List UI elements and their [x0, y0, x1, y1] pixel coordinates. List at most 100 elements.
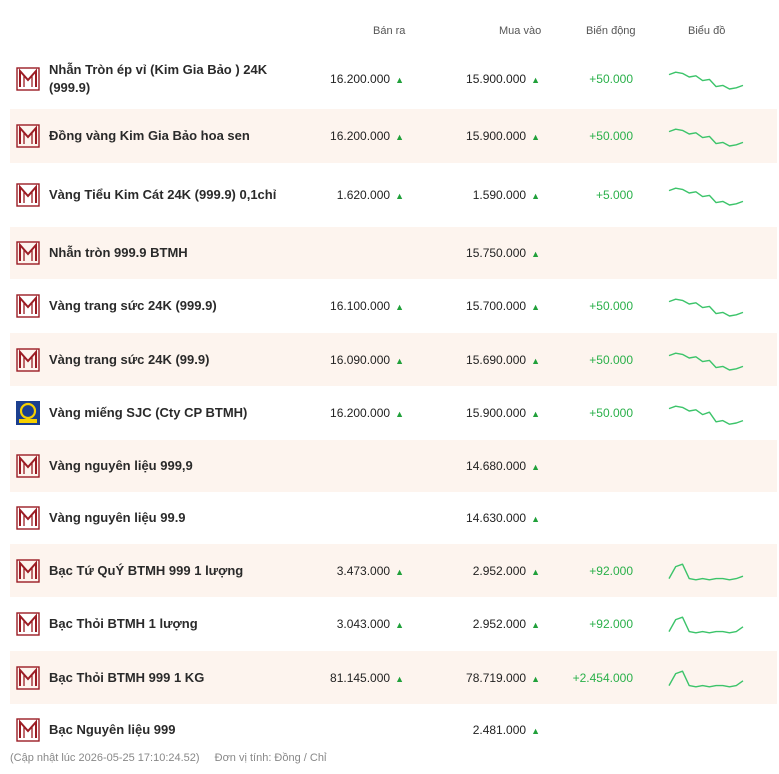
up-arrow-icon: ▲	[395, 355, 404, 366]
sparkline-chart[interactable]	[667, 290, 745, 322]
product-name: Bạc Tứ QuÝ BTMH 999 1 lượng	[49, 562, 244, 578]
buy-price-value: 1.590.000	[472, 188, 527, 202]
table-row[interactable]: Bạc Nguyên liệu 999 2.481.000 ▲	[10, 705, 777, 755]
sparkline-path	[668, 187, 744, 206]
sell-price: 16.200.000 ▲	[284, 72, 404, 86]
sparkline-chart[interactable]	[667, 63, 745, 95]
table-row[interactable]: Vàng miếng SJC (Cty CP BTMH) 16.200.000 ▲ 1…	[10, 387, 777, 440]
btmh-logo-icon	[16, 347, 40, 372]
buy-price: 1.590.000 ▲	[420, 188, 540, 202]
btmh-logo-icon	[16, 183, 40, 207]
price-change: +50.000	[589, 72, 633, 86]
buy-price: 15.690.000 ▲	[420, 353, 540, 367]
buy-price: 14.630.000 ▲	[420, 511, 540, 525]
price-change: +50.000	[589, 129, 633, 143]
header-buy: Mua vào	[499, 25, 542, 37]
table-row[interactable]: Đồng vàng Kim Gia Bảo hoa sen 16.200.000 ▲…	[10, 109, 777, 164]
up-arrow-icon: ▲	[395, 191, 404, 201]
sell-price-value: 16.200.000	[330, 129, 391, 143]
table-row[interactable]: Vàng trang sức 24K (99.9) 16.090.000 ▲ 15.6…	[10, 333, 777, 387]
sell-price: 1.620.000 ▲	[284, 188, 404, 202]
buy-price: 15.900.000 ▲	[420, 129, 540, 143]
buy-price: 2.481.000 ▲	[420, 723, 540, 737]
table-row[interactable]: Vàng Tiểu Kim Cát 24K (999.9) 0,1chỉ 1.62…	[10, 164, 777, 227]
btmh-logo-icon	[16, 558, 40, 583]
table-row[interactable]: Nhẫn Tròn ép vỉ (Kim Gia Bảo ) 24K (999.…	[10, 50, 777, 109]
sparkline-chart[interactable]	[667, 120, 745, 152]
btmh-logo-icon	[16, 124, 40, 148]
btmh-logo-icon	[16, 612, 40, 636]
price-change: +92.000	[589, 617, 633, 631]
sparkline-chart[interactable]	[667, 662, 745, 694]
table-row[interactable]: Bạc Thỏi BTMH 999 1 KG 81.145.000 ▲ 78.719.…	[10, 651, 777, 705]
sparkline-chart[interactable]	[667, 344, 745, 376]
up-arrow-icon: ▲	[531, 249, 540, 259]
buy-price: 14.680.000 ▲	[420, 459, 540, 473]
price-change: +50.000	[589, 352, 633, 367]
product-name: Bạc Thỏi BTMH 999 1 KG	[49, 669, 205, 685]
table-row[interactable]: Bạc Thỏi BTMH 1 lượng 3.043.000 ▲ 2.952.000…	[10, 598, 777, 651]
btmh-logo-icon	[16, 454, 40, 478]
product-name: Nhẫn Tròn ép vỉ (Kim Gia Bảo ) 24K (999.…	[49, 62, 268, 95]
buy-price-value: 2.481.000	[472, 722, 527, 737]
product-name: Vàng miếng SJC (Cty CP BTMH)	[49, 405, 248, 420]
header-sell: Bán ra	[373, 25, 406, 37]
price-change: +50.000	[589, 406, 633, 420]
product-name: Vàng trang sức 24K (99.9)	[49, 351, 210, 367]
unit-note: Đơn vị tính: Đồng / Chỉ	[214, 752, 327, 764]
sparkline-chart[interactable]	[667, 555, 745, 587]
sell-price-value: 3.043.000	[336, 617, 391, 631]
product-name: Vàng nguyên liệu 99.9	[49, 510, 186, 525]
sparkline-path	[668, 298, 744, 317]
table-row[interactable]: Bạc Tứ QuÝ BTMH 999 1 lượng 3.473.000 ▲ 2.9…	[10, 544, 777, 598]
buy-price-value: 15.750.000	[466, 246, 527, 260]
sell-price: 3.473.000 ▲	[284, 564, 404, 578]
table-row[interactable]: Vàng nguyên liệu 999,9 14.680.000 ▲	[10, 440, 777, 493]
buy-price-value: 15.900.000	[466, 129, 527, 143]
sparkline-chart[interactable]	[667, 397, 745, 429]
sparkline-chart[interactable]	[667, 608, 745, 640]
sparkline-path	[668, 562, 744, 580]
buy-price: 15.750.000 ▲	[420, 246, 540, 260]
up-arrow-icon: ▲	[395, 409, 404, 419]
header-change: Biến động	[586, 25, 636, 37]
buy-price-value: 15.700.000	[466, 299, 527, 313]
price-change: +5.000	[595, 188, 633, 202]
buy-price-value: 15.690.000	[466, 352, 527, 367]
btmh-logo-icon	[16, 67, 40, 91]
product-name: Vàng Tiểu Kim Cát 24K (999.9) 0,1chỉ	[49, 187, 277, 202]
product-name: Bạc Nguyên liệu 999	[49, 721, 176, 737]
header-chart: Biểu đồ	[688, 25, 726, 37]
table-row[interactable]: Nhẫn tròn 999.9 BTMH 15.750.000 ▲	[10, 227, 777, 280]
buy-price-value: 15.900.000	[466, 72, 527, 86]
sparkline-chart[interactable]	[667, 179, 745, 211]
sell-price: 81.145.000 ▲	[284, 671, 404, 685]
buy-price-value: 14.680.000	[466, 459, 527, 473]
btmh-logo-icon	[16, 294, 40, 318]
buy-price-value: 15.900.000	[466, 406, 527, 420]
sell-price: 16.200.000 ▲	[284, 129, 404, 143]
price-change: +2.454.000	[572, 670, 633, 685]
sjc-logo-icon	[16, 401, 40, 425]
btmh-logo-icon	[16, 241, 40, 265]
up-arrow-icon: ▲	[395, 620, 404, 630]
up-arrow-icon: ▲	[531, 462, 540, 472]
sparkline-path	[668, 669, 744, 687]
table-row[interactable]: Vàng nguyên liệu 99.9 14.630.000 ▲	[10, 493, 777, 544]
btmh-logo-icon	[16, 717, 40, 742]
price-change: +50.000	[589, 299, 633, 313]
sell-price: 16.200.000 ▲	[284, 406, 404, 420]
sell-price-value: 16.200.000	[330, 406, 391, 420]
sell-price-value: 16.090.000	[330, 352, 391, 367]
sell-price-value: 1.620.000	[336, 188, 391, 202]
sparkline-path	[668, 351, 744, 371]
btmh-logo-icon	[16, 665, 40, 690]
buy-price-value: 2.952.000	[472, 563, 527, 578]
sell-price: 3.043.000 ▲	[284, 617, 404, 631]
table-row[interactable]: Vàng trang sức 24K (999.9) 16.100.000 ▲ 15.…	[10, 280, 777, 333]
up-arrow-icon: ▲	[395, 566, 404, 577]
table-header: Bán ra Mua vào Biến động Biểu đồ	[0, 0, 779, 50]
buy-price: 2.952.000 ▲	[420, 564, 540, 578]
buy-price: 2.952.000 ▲	[420, 617, 540, 631]
buy-price: 15.700.000 ▲	[420, 299, 540, 313]
